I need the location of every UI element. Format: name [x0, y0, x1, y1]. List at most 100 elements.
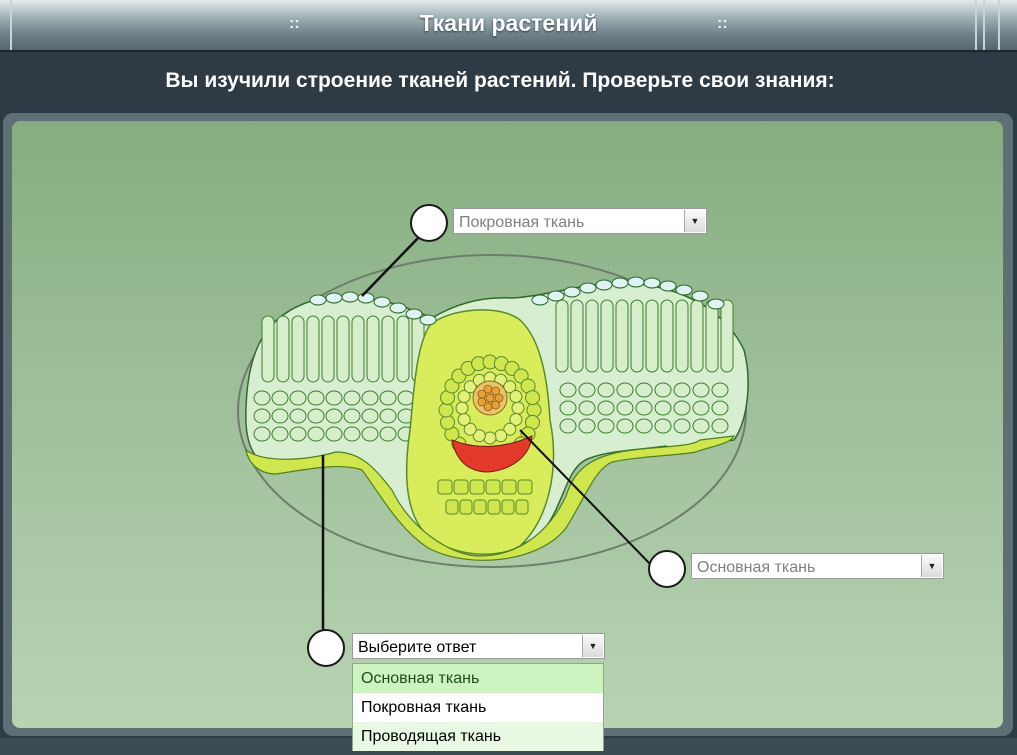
palisade-cell	[720, 299, 734, 373]
palisade-cell	[381, 315, 395, 383]
epidermis-cell	[547, 290, 565, 302]
sheath-cell	[469, 479, 485, 495]
dropdown-arrow-icon[interactable]: ▼	[582, 635, 603, 657]
spongy-cell	[654, 382, 672, 398]
sheath-cell	[494, 429, 508, 443]
sheath-cell	[455, 401, 469, 415]
spongy-cell	[271, 426, 289, 442]
spongy-cell	[307, 408, 325, 424]
spongy-cell	[673, 418, 691, 434]
sheath-cell	[483, 431, 497, 445]
spongy-cell	[692, 382, 710, 398]
epidermis-cell	[659, 280, 677, 292]
spongy-cell	[325, 408, 343, 424]
spongy-cell	[692, 418, 710, 434]
palisade-cell	[660, 299, 674, 373]
spongy-cell	[578, 382, 596, 398]
tissue-select-3[interactable]: Выберите ответ ▼	[352, 633, 605, 659]
spongy-cell	[559, 382, 577, 398]
spongy-cell	[289, 390, 307, 406]
palisade-cell	[615, 299, 629, 373]
palisade-cell	[261, 315, 275, 383]
dropdown-arrow-icon[interactable]: ▼	[684, 210, 705, 232]
xylem-vessel	[491, 400, 501, 410]
spongy-cell	[616, 382, 634, 398]
select-value: Выберите ответ	[358, 639, 477, 656]
sheath-cell	[501, 499, 515, 515]
spongy-cell	[325, 426, 343, 442]
spongy-cell	[578, 418, 596, 434]
spongy-cell	[635, 400, 653, 416]
spongy-cell	[253, 426, 271, 442]
spongy-cell	[379, 390, 397, 406]
sheath-cell	[439, 414, 455, 430]
sheath-cell	[525, 390, 541, 406]
sheath-cell	[517, 479, 533, 495]
spongy-cell	[343, 426, 361, 442]
palisade-cell	[675, 299, 689, 373]
sheath-cell	[445, 499, 459, 515]
xylem-vessel	[491, 386, 501, 396]
xylem-vessel	[485, 393, 495, 403]
dropdown-option[interactable]: Основная ткань	[353, 664, 603, 693]
sheath-cell	[485, 479, 501, 495]
palisade-cell	[585, 299, 599, 373]
epidermis-cell	[691, 290, 709, 302]
palisade-cell	[336, 315, 350, 383]
spongy-cell	[271, 390, 289, 406]
spongy-cell	[397, 390, 415, 406]
epidermis-cell	[611, 277, 629, 289]
epidermis-cell	[675, 284, 693, 296]
spongy-cell	[654, 400, 672, 416]
sheath-cell	[511, 401, 525, 415]
palisade-cell	[645, 299, 659, 373]
spongy-cell	[289, 408, 307, 424]
sheath-cell	[459, 499, 473, 515]
sheath-cell	[509, 390, 523, 404]
spongy-cell	[559, 400, 577, 416]
answer-marker-3	[307, 629, 345, 667]
xylem-vessel	[483, 384, 493, 394]
spongy-cell	[616, 418, 634, 434]
answer-marker-1	[410, 204, 448, 242]
palisade-cell	[570, 299, 584, 373]
epidermis-cell	[309, 294, 327, 306]
dropdown-option[interactable]: Покровная ткань	[353, 693, 603, 722]
spongy-cell	[711, 382, 729, 398]
dropdown-option[interactable]: Проводящая ткань	[353, 722, 603, 751]
epidermis-cell	[373, 296, 391, 308]
tissue-select-1[interactable]: Покровная ткань ▼	[453, 208, 707, 234]
epidermis-cell	[563, 286, 581, 298]
dropdown-list: Основная ткань Покровная ткань Проводяща…	[352, 663, 604, 751]
palisade-cell	[396, 315, 410, 383]
sheath-cell	[453, 479, 469, 495]
spongy-cell	[597, 382, 615, 398]
tissue-select-2[interactable]: Основная ткань ▼	[691, 553, 944, 579]
spongy-cell	[307, 426, 325, 442]
palisade-cell	[600, 299, 614, 373]
palisade-cell	[630, 299, 644, 373]
spongy-cell	[253, 408, 271, 424]
spongy-cell	[271, 408, 289, 424]
spongy-cell	[379, 426, 397, 442]
spongy-cell	[654, 418, 672, 434]
xylem-cells	[472, 380, 508, 416]
sheath-cell	[438, 402, 454, 418]
spongy-cell	[361, 426, 379, 442]
palisade-cell	[321, 315, 335, 383]
epidermis-cell	[325, 292, 343, 304]
epidermis-cell	[389, 302, 407, 314]
epidermis-cell	[531, 294, 549, 306]
spongy-cell	[673, 382, 691, 398]
spongy-cell	[289, 426, 307, 442]
epidermis-cell	[707, 298, 725, 310]
sheath-cell	[473, 499, 487, 515]
dropdown-arrow-icon[interactable]: ▼	[921, 555, 942, 577]
spongy-cell	[361, 408, 379, 424]
epidermis-cell	[579, 282, 597, 294]
epidermis-cell	[595, 279, 613, 291]
spongy-cell	[616, 400, 634, 416]
palisade-cell	[690, 299, 704, 373]
spongy-cell	[711, 400, 729, 416]
spongy-cell	[635, 382, 653, 398]
